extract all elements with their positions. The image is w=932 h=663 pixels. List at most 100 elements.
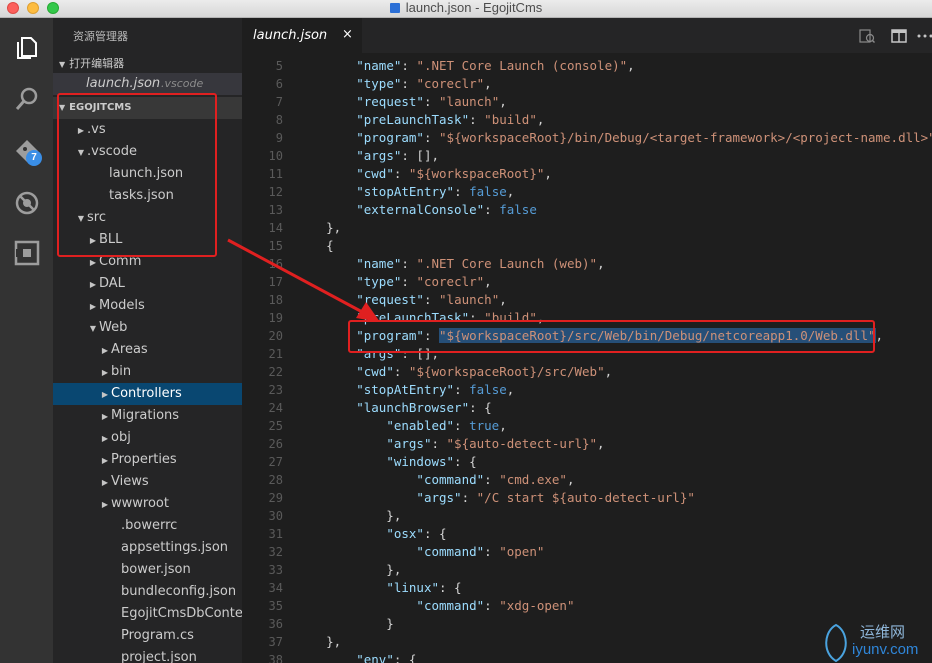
code-token: "request" [356, 94, 424, 109]
code-token: : [469, 112, 485, 127]
code-token: : [484, 598, 500, 613]
tree-item[interactable]: ▶ Properties [53, 449, 242, 471]
tree-item[interactable]: bundleconfig.json [53, 581, 242, 603]
code-text: { [296, 237, 334, 255]
code-token: : { [423, 526, 447, 541]
sidebar-title: 资源管理器 [73, 30, 128, 43]
tree-item[interactable]: ▶ Comm [53, 251, 242, 273]
code-token: , [536, 112, 545, 127]
tree-item[interactable]: .bowerrc [53, 515, 242, 537]
open-changes-icon[interactable] [859, 28, 875, 44]
code-token: ".NET Core Launch (console)" [416, 58, 628, 73]
line-number: 12 [268, 185, 283, 199]
code-token: : [401, 76, 417, 91]
tree-item[interactable]: Program.cs [53, 625, 242, 647]
watermark-logo-icon [825, 623, 847, 663]
open-editors-section[interactable]: ▼ 打开编辑器 [53, 53, 242, 75]
line-number: 8 [275, 113, 283, 127]
code-token: : [401, 274, 417, 289]
tree-item-label: Models [99, 298, 145, 313]
code-token: "cwd" [356, 364, 394, 379]
code-line: 7 "request": "launch", [242, 93, 932, 111]
code-line: 28 "command": "cmd.exe", [242, 471, 932, 489]
code-token: : [454, 418, 470, 433]
code-token: { [296, 238, 334, 253]
tree-item-label: bower.json [121, 562, 191, 577]
line-number: 19 [268, 311, 283, 325]
project-section[interactable]: ▼ EGOJITCMS [53, 97, 242, 119]
tree-item[interactable]: ▼ src [53, 207, 242, 229]
chevron-right-icon: ▶ [101, 412, 109, 421]
code-token: "args" [416, 490, 462, 505]
tree-item[interactable]: EgojitCmsDbContext.cs [53, 603, 242, 625]
line-number: 5 [275, 59, 283, 73]
tree-item[interactable]: ▶ Controllers [53, 383, 242, 405]
code-token: "type" [356, 76, 402, 91]
close-icon[interactable]: × [342, 27, 353, 42]
tree-item-label: EgojitCmsDbContext.cs [121, 606, 242, 621]
code-text: "name": ".NET Core Launch (web)", [296, 255, 604, 273]
code-line: 34 "linux": { [242, 579, 932, 597]
tree-item[interactable]: appsettings.json [53, 537, 242, 559]
code-text: "cwd": "${workspaceRoot}/src/Web", [296, 363, 612, 381]
code-token: "stopAtEntry" [356, 184, 455, 199]
line-number: 15 [268, 239, 283, 253]
code-token: : [393, 364, 409, 379]
code-token: "preLaunchTask" [356, 310, 470, 325]
code-line: 16 "name": ".NET Core Launch (web)", [242, 255, 932, 273]
open-editor-item[interactable]: launch.json .vscode [53, 73, 242, 95]
tree-item[interactable]: ▶ Views [53, 471, 242, 493]
tree-item[interactable]: ▼ .vscode [53, 141, 242, 163]
code-token: "${auto-detect-url}" [446, 436, 598, 451]
chevron-down-icon: ▼ [77, 148, 85, 157]
tree-item[interactable]: ▶ DAL [53, 273, 242, 295]
tree-item[interactable]: project.json [53, 647, 242, 663]
line-number: 17 [268, 275, 283, 289]
tree-item[interactable]: ▶ Migrations [53, 405, 242, 427]
code-line: 15 { [242, 237, 932, 255]
tree-item[interactable]: ▼ Web [53, 317, 242, 339]
open-editors-label: 打开编辑器 [69, 57, 125, 70]
code-token: "windows" [386, 454, 455, 469]
code-line: 35 "command": "xdg-open" [242, 597, 932, 615]
code-token: : { [469, 400, 492, 415]
tree-item[interactable]: ▶ .vs [53, 119, 242, 141]
search-icon[interactable] [14, 86, 40, 112]
code-token: "${workspaceRoot}/src/Web" [408, 364, 605, 379]
code-line: 10 "args": [], [242, 147, 932, 165]
code-line: 9 "program": "${workspaceRoot}/bin/Debug… [242, 129, 932, 147]
tree-item[interactable]: ▶ obj [53, 427, 242, 449]
chevron-right-icon: ▶ [89, 258, 97, 267]
code-text: "request": "launch", [296, 93, 507, 111]
code-text: "name": ".NET Core Launch (console)", [296, 57, 634, 75]
split-editor-icon[interactable] [891, 28, 907, 44]
more-actions-icon[interactable] [917, 28, 932, 44]
code-editor[interactable]: 5 "name": ".NET Core Launch (console)", 6… [242, 53, 932, 663]
extensions-icon[interactable] [14, 240, 40, 266]
tree-item-label: Migrations [111, 408, 180, 423]
code-text: "args": "/C start ${auto-detect-url}" [296, 489, 694, 507]
chevron-down-icon: ▼ [59, 103, 66, 112]
tree-item[interactable]: ▶ Models [53, 295, 242, 317]
tree-item[interactable]: ▶ bin [53, 361, 242, 383]
tab-launch-json[interactable]: launch.json × [242, 18, 362, 53]
tree-item[interactable]: bower.json [53, 559, 242, 581]
tree-item[interactable]: ▶ wwwroot [53, 493, 242, 515]
code-token: false [469, 184, 507, 199]
tree-item[interactable]: ▶ Areas [53, 339, 242, 361]
tree-item[interactable]: tasks.json [53, 185, 242, 207]
tree-item[interactable]: ▶ BLL [53, 229, 242, 251]
debug-icon[interactable] [14, 190, 40, 216]
explorer-icon[interactable] [14, 35, 40, 61]
tree-item[interactable]: launch.json [53, 163, 242, 185]
code-token: , [506, 382, 515, 397]
code-token: "enabled" [386, 418, 455, 433]
